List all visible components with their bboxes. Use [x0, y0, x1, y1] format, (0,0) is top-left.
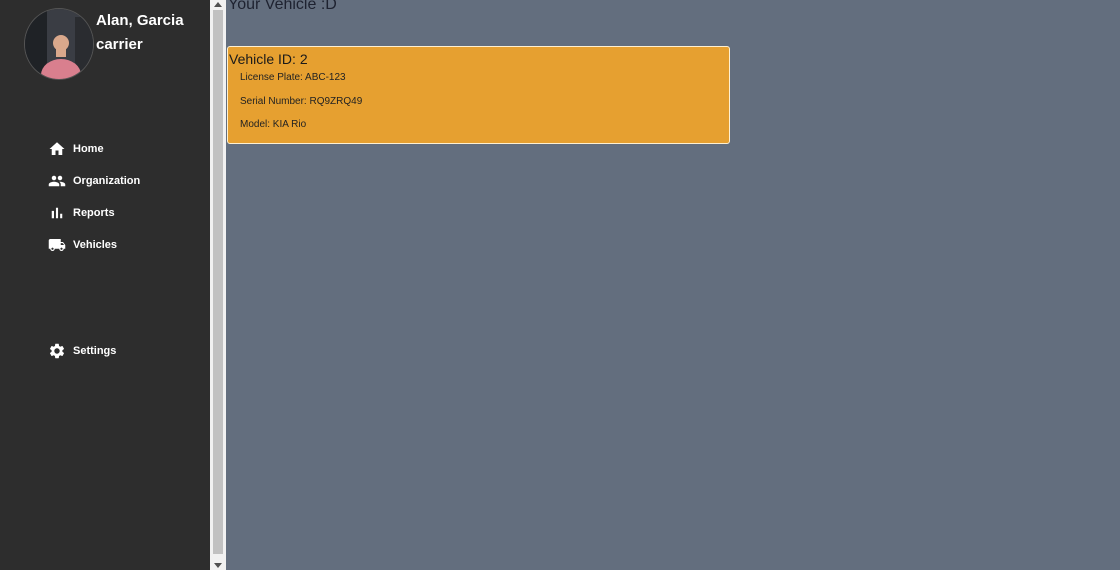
nav-item-organization[interactable]: Organization: [48, 170, 140, 192]
nav-item-settings[interactable]: Settings: [48, 340, 116, 362]
vehicle-id: Vehicle ID: 2: [229, 51, 308, 67]
scrollbar-thumb[interactable]: [213, 10, 223, 554]
vehicle-card[interactable]: Vehicle ID: 2 License Plate: ABC-123 Ser…: [227, 46, 730, 144]
gear-icon: [49, 343, 65, 359]
avatar[interactable]: [24, 8, 94, 80]
page-title: Your Vehicle :D: [228, 0, 337, 13]
scroll-down-arrow-icon[interactable]: [214, 563, 222, 568]
user-role: carrier: [96, 36, 143, 53]
nav-item-home[interactable]: Home: [48, 138, 104, 160]
nav-label-vehicles: Vehicles: [73, 239, 118, 251]
nav-item-reports[interactable]: Reports: [48, 202, 115, 224]
scrollbar[interactable]: [210, 0, 226, 570]
bar-chart-icon: [51, 207, 63, 219]
nav-label-settings: Settings: [73, 345, 117, 357]
truck-icon: [48, 239, 66, 251]
serial-number: Serial Number: RQ9ZRQ49: [240, 96, 363, 107]
nav-item-vehicles[interactable]: Vehicles: [48, 234, 117, 256]
sidebar: Alan, Garcia carrier Home Organization R…: [0, 0, 210, 570]
nav-label-reports: Reports: [73, 207, 115, 219]
vehicle-model: Model: KIA Rio: [240, 119, 307, 130]
license-plate: License Plate: ABC-123: [240, 72, 346, 83]
home-icon: [49, 142, 65, 155]
user-name: Alan, Garcia: [96, 12, 184, 29]
scroll-up-arrow-icon[interactable]: [214, 2, 222, 7]
nav-label-home: Home: [73, 143, 104, 155]
nav-label-organization: Organization: [73, 175, 141, 187]
people-icon: [48, 175, 66, 187]
